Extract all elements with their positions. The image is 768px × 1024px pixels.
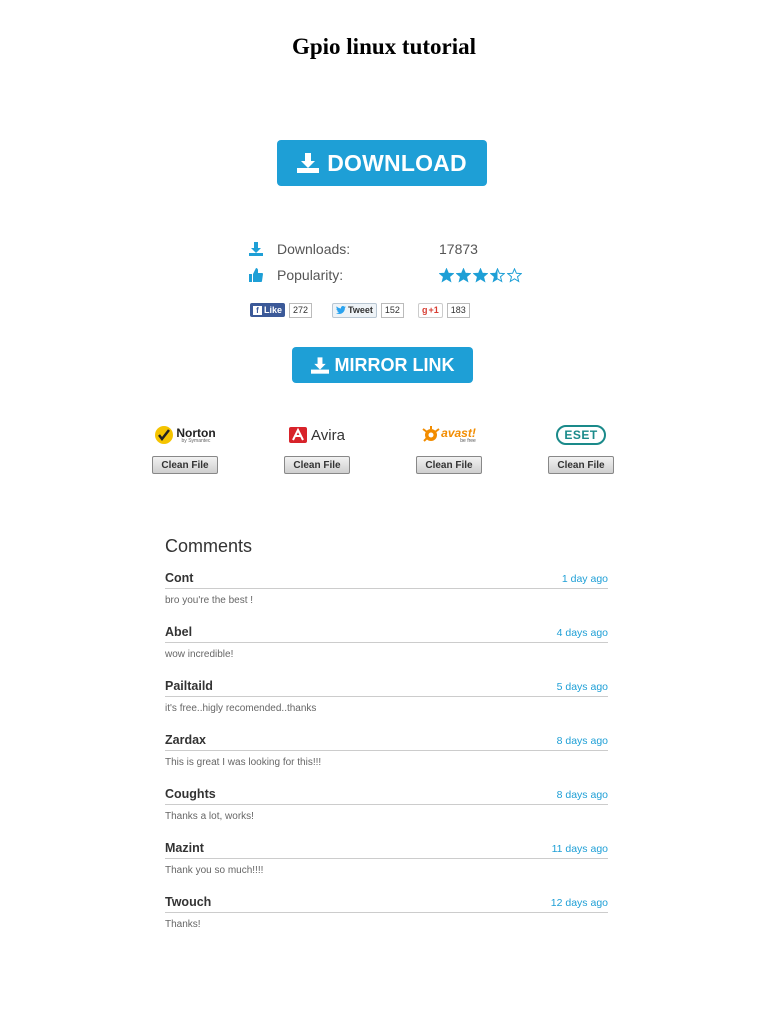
comment-text: wow incredible! xyxy=(165,649,234,660)
facebook-like[interactable]: f Like 272 xyxy=(250,302,313,318)
comment-item: Zardax 8 days ago This is great I was loo… xyxy=(165,733,608,787)
comment-author: Mazint xyxy=(165,841,204,855)
download-icon xyxy=(249,242,263,256)
download-icon xyxy=(297,153,320,173)
downloads-value: 17873 xyxy=(439,241,478,257)
twitter-tweet[interactable]: Tweet 152 xyxy=(332,302,404,318)
clean-file-button[interactable]: Clean File xyxy=(548,456,614,474)
norton-check-icon xyxy=(155,426,174,444)
avira-icon xyxy=(289,427,308,443)
star-icon xyxy=(490,267,505,282)
comment-text: bro you're the best ! xyxy=(165,595,254,606)
comment-author: Pailtaild xyxy=(165,679,213,693)
avira-logo: Avira xyxy=(282,420,352,450)
antivirus-avira: Avira Clean File xyxy=(282,420,352,474)
comment-author: Twouch xyxy=(165,895,212,909)
twitter-icon xyxy=(336,306,346,314)
star-icon xyxy=(439,267,454,282)
popularity-label: Popularity: xyxy=(277,267,344,283)
comment-text: This is great I was looking for this!!! xyxy=(165,757,322,768)
comments-title: Comments xyxy=(165,536,253,556)
comment-item: Coughts 8 days ago Thanks a lot, works! xyxy=(165,787,608,841)
download-icon xyxy=(310,356,329,374)
gplus-count: 183 xyxy=(446,302,470,318)
comment-item: Pailtaild 5 days ago it's free..higly rec… xyxy=(165,679,608,733)
comment-author: Zardax xyxy=(165,733,206,747)
comment-text: Thanks a lot, works! xyxy=(165,811,254,822)
comment-date[interactable]: 11 days ago xyxy=(552,843,608,855)
comment-author: Coughts xyxy=(165,787,216,801)
twitter-count: 152 xyxy=(380,302,404,318)
facebook-like-button[interactable]: f Like xyxy=(250,303,286,317)
comment-author: Abel xyxy=(165,625,193,639)
comment-date[interactable]: 8 days ago xyxy=(557,735,608,747)
avast-logo: avast! be free xyxy=(414,420,484,450)
antivirus-avast: avast! be free Clean File xyxy=(414,420,484,474)
star-icon xyxy=(473,267,488,282)
page-title: Gpio linux tutorial xyxy=(291,34,477,59)
rating-stars xyxy=(439,267,522,283)
comment-date[interactable]: 12 days ago xyxy=(551,897,608,909)
mirror-link-button[interactable]: MIRROR LINK xyxy=(292,347,473,383)
star-icon xyxy=(456,267,471,282)
norton-logo: Norton by Symantec xyxy=(150,420,220,450)
gplus-share[interactable]: g +1 183 xyxy=(418,302,470,318)
mirror-link-label: MIRROR LINK xyxy=(334,354,455,375)
gplus-icon: g xyxy=(422,305,428,315)
comment-item: Abel 4 days ago wow incredible! xyxy=(165,625,608,679)
thumbs-up-icon xyxy=(249,268,263,282)
facebook-icon: f xyxy=(253,305,262,315)
antivirus-norton: Norton by Symantec Clean File xyxy=(150,420,220,474)
comment-date[interactable]: 5 days ago xyxy=(557,681,608,693)
tweet-button[interactable]: Tweet xyxy=(332,302,377,318)
comment-author: Cont xyxy=(165,571,194,585)
avast-icon xyxy=(422,426,440,442)
comment-text: it's free..higly recomended..thanks xyxy=(165,703,317,714)
comments-section: Comments Cont 1 day ago bro you're the be… xyxy=(165,536,608,949)
gplus-button[interactable]: g +1 xyxy=(418,302,443,318)
comment-date[interactable]: 4 days ago xyxy=(557,627,608,639)
popularity-stat: Popularity: xyxy=(249,265,522,285)
eset-logo: ESET xyxy=(546,420,616,450)
facebook-count: 272 xyxy=(289,302,313,318)
clean-file-button[interactable]: Clean File xyxy=(416,456,482,474)
comment-date[interactable]: 1 day ago xyxy=(562,573,608,585)
comment-item: Cont 1 day ago bro you're the best ! xyxy=(165,571,608,625)
download-button[interactable]: DOWNLOAD xyxy=(277,140,487,186)
clean-file-button[interactable]: Clean File xyxy=(152,456,218,474)
download-button-label: DOWNLOAD xyxy=(327,149,467,176)
clean-file-button[interactable]: Clean File xyxy=(284,456,350,474)
comment-item: Mazint 11 days ago Thank you so much!!!! xyxy=(165,841,608,895)
comment-text: Thank you so much!!!! xyxy=(165,865,264,876)
comment-date[interactable]: 8 days ago xyxy=(557,789,608,801)
downloads-stat: Downloads: 17873 xyxy=(249,239,478,259)
comment-item: Twouch 12 days ago Thanks! xyxy=(165,895,608,949)
comment-text: Thanks! xyxy=(165,919,201,930)
downloads-label: Downloads: xyxy=(277,241,351,257)
antivirus-eset: ESET Clean File xyxy=(546,420,616,474)
star-icon xyxy=(507,267,522,282)
